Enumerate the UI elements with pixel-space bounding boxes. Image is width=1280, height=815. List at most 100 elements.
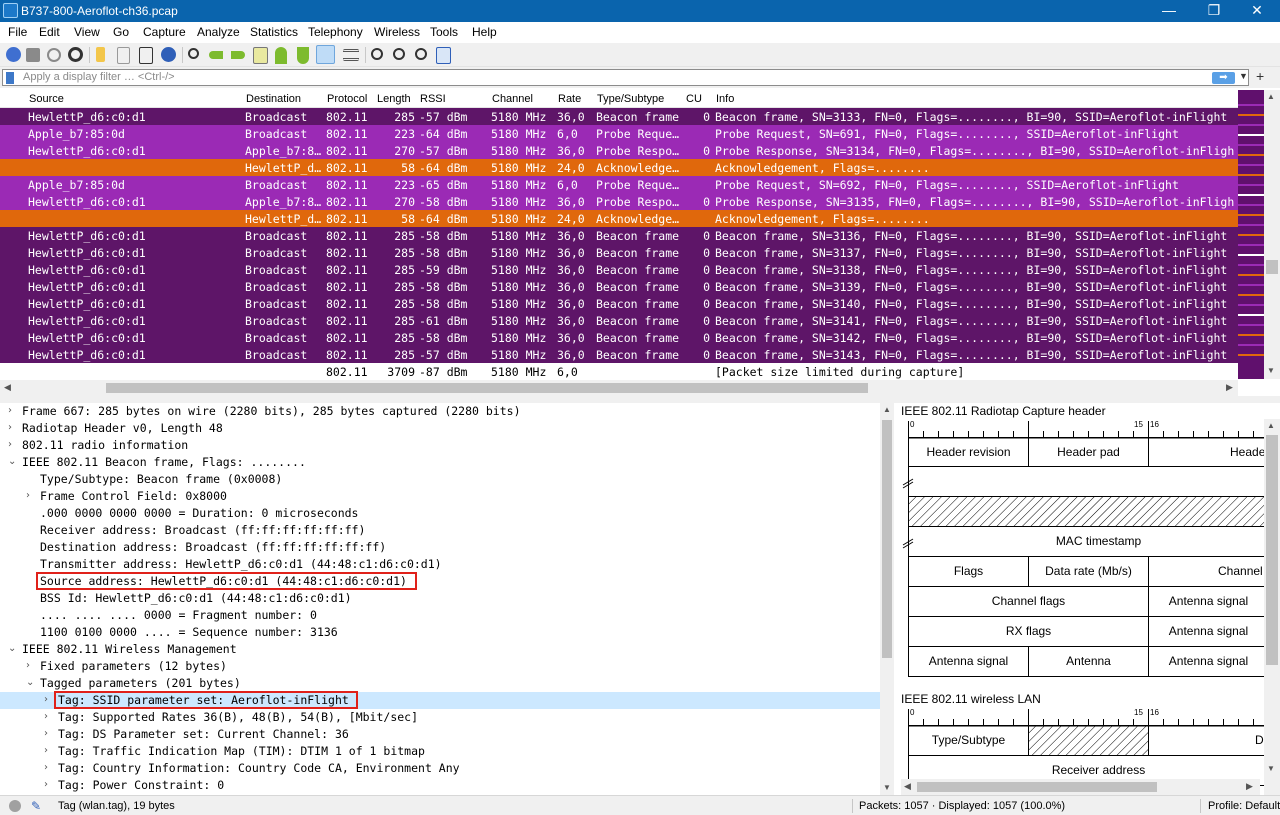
collapsed-arrow-icon[interactable]: › xyxy=(44,762,48,773)
scroll-down-icon[interactable]: ▼ xyxy=(883,783,891,792)
packet-row[interactable]: HewlettP_d6:c0:d1 Broadcast 802.11 285 -59 d… xyxy=(0,261,1238,278)
column-protocol[interactable]: Protocol xyxy=(327,93,367,105)
normal-size-icon[interactable] xyxy=(415,48,427,60)
column-channel[interactable]: Channel xyxy=(492,93,533,105)
field-antenna-signal[interactable]: Antenna signal xyxy=(1148,586,1264,617)
packet-row[interactable]: Apple_b7:85:0d Broadcast 802.11 223 -64 dBm 5… xyxy=(0,125,1238,142)
detail-row[interactable]: ⌄ Tagged parameters (201 bytes) xyxy=(0,675,880,692)
first-packet-icon[interactable] xyxy=(275,47,287,64)
detail-row[interactable]: 1100 0100 0000 .... = Sequence number: 3… xyxy=(0,624,880,641)
reload-file-icon[interactable] xyxy=(161,47,176,62)
packet-row[interactable]: HewlettP_d6:c0:d1 Broadcast 802.11 285 -57 d… xyxy=(0,108,1238,125)
details-vscrollbar[interactable]: ▲ ▼ xyxy=(880,403,894,795)
menu-go[interactable]: Go xyxy=(113,25,129,39)
collapsed-arrow-icon[interactable]: › xyxy=(26,490,30,501)
collapsed-arrow-icon[interactable]: › xyxy=(8,439,12,450)
detail-row[interactable]: › 802.11 radio information xyxy=(0,437,880,454)
packet-row[interactable]: HewlettP_d6:c0:d1 Broadcast 802.11 285 -61 d… xyxy=(0,312,1238,329)
packet-row[interactable]: HewlettP_d… 802.11 58 -64 dBm 5180 MHz 24,0 Ac… xyxy=(0,210,1238,227)
menu-tools[interactable]: Tools xyxy=(430,25,458,39)
scroll-thumb[interactable] xyxy=(917,782,1157,792)
detail-row[interactable]: Destination address: Broadcast (ff:ff:ff… xyxy=(0,539,880,556)
detail-row[interactable]: BSS Id: HewlettP_d6:c0:d1 (44:48:c1:d6:c… xyxy=(0,590,880,607)
save-file-icon[interactable] xyxy=(117,47,130,64)
scroll-right-icon[interactable]: ▶ xyxy=(1226,382,1233,393)
detail-row[interactable]: .000 0000 0000 0000 = Duration: 0 micros… xyxy=(0,505,880,522)
packet-minimap[interactable] xyxy=(1238,90,1264,379)
detail-row[interactable]: ⌄ IEEE 802.11 Wireless Management xyxy=(0,641,880,658)
scroll-left-icon[interactable]: ◀ xyxy=(904,781,911,792)
field-antenna-signal[interactable]: Antenna signal xyxy=(1148,616,1264,647)
field-header-length[interactable]: Heade xyxy=(1148,437,1264,467)
find-packet-icon[interactable] xyxy=(188,48,199,59)
menu-statistics[interactable]: Statistics xyxy=(250,25,298,39)
collapsed-arrow-icon[interactable]: › xyxy=(44,779,48,790)
packet-row[interactable]: HewlettP_d6:c0:d1 Apple_b7:8… 802.11 270 -58… xyxy=(0,193,1238,210)
packet-row[interactable]: Apple_b7:85:0d Broadcast 802.11 223 -65 dBm 5… xyxy=(0,176,1238,193)
scroll-thumb[interactable] xyxy=(106,383,868,393)
detail-row[interactable]: Type/Subtype: Beacon frame (0x0008) xyxy=(0,471,880,488)
capture-options-icon[interactable] xyxy=(68,47,83,62)
column-destination[interactable]: Destination xyxy=(246,93,301,105)
packet-row[interactable]: HewlettP_d… 802.11 58 -64 dBm 5180 MHz 24,0 Ac… xyxy=(0,159,1238,176)
field-type-subtype[interactable]: Type/Subtype xyxy=(908,725,1029,756)
minimize-button[interactable]: — xyxy=(1146,0,1192,22)
packet-row[interactable]: 802.11 3709 -87 dBm 5180 MHz 6,0 [Packet size… xyxy=(0,363,1238,380)
restore-button[interactable]: ❐ xyxy=(1191,0,1237,22)
menu-help[interactable]: Help xyxy=(472,25,497,39)
scroll-left-icon[interactable]: ◀ xyxy=(4,382,11,393)
detail-row[interactable]: › Frame Control Field: 0x8000 xyxy=(0,488,880,505)
diagram-hscrollbar[interactable]: ◀ ▶ xyxy=(901,779,1260,795)
scroll-thumb[interactable] xyxy=(882,420,892,658)
field-header-pad[interactable]: Header pad xyxy=(1028,437,1149,467)
detail-row[interactable]: .... .... .... 0000 = Fragment number: 0 xyxy=(0,607,880,624)
field-antenna-signal[interactable]: Antenna signal xyxy=(1148,646,1264,677)
go-to-packet-icon[interactable] xyxy=(253,47,268,64)
apply-filter-button[interactable]: ➡ xyxy=(1212,72,1235,84)
packet-row[interactable]: HewlettP_d6:c0:d1 Broadcast 802.11 285 -58 d… xyxy=(0,329,1238,346)
stop-capture-icon[interactable] xyxy=(26,48,40,62)
collapsed-arrow-icon[interactable]: › xyxy=(8,405,12,416)
field-mac-timestamp[interactable]: MAC timestamp xyxy=(908,526,1264,557)
packet-row[interactable]: HewlettP_d6:c0:d1 Broadcast 802.11 285 -58 d… xyxy=(0,278,1238,295)
column-length[interactable]: Length xyxy=(377,93,411,105)
collapsed-arrow-icon[interactable]: › xyxy=(8,422,12,433)
menu-analyze[interactable]: Analyze xyxy=(197,25,240,39)
detail-row[interactable]: Receiver address: Broadcast (ff:ff:ff:ff… xyxy=(0,522,880,539)
field-data-rate[interactable]: Data rate (Mb/s) xyxy=(1028,556,1149,587)
open-file-icon[interactable] xyxy=(96,47,105,62)
collapsed-arrow-icon[interactable]: › xyxy=(44,728,48,739)
scroll-up-icon[interactable]: ▲ xyxy=(1267,421,1275,430)
detail-row[interactable]: › Tag: Country Information: Country Code … xyxy=(0,760,880,777)
diagram-vscrollbar[interactable]: ▲ ▼ xyxy=(1264,419,1280,795)
field-duration[interactable]: Dur xyxy=(1148,725,1264,756)
zoom-out-icon[interactable] xyxy=(393,48,405,60)
collapsed-arrow-icon[interactable]: › xyxy=(44,711,48,722)
column-rssi[interactable]: RSSI xyxy=(420,93,446,105)
packet-row[interactable]: HewlettP_d6:c0:d1 Broadcast 802.11 285 -57 d… xyxy=(0,346,1238,363)
close-file-icon[interactable] xyxy=(139,47,153,64)
field-channel[interactable]: Channel xyxy=(1148,556,1264,587)
column-type-subtype[interactable]: Type/Subtype xyxy=(597,93,664,105)
add-filter-button[interactable]: + xyxy=(1256,68,1264,84)
scroll-down-icon[interactable]: ▼ xyxy=(1267,764,1275,773)
field-header-revision[interactable]: Header revision xyxy=(908,437,1029,467)
field-antenna[interactable]: Antenna xyxy=(1028,646,1149,677)
collapsed-arrow-icon[interactable]: › xyxy=(44,694,48,705)
field-rx-flags[interactable]: RX flags xyxy=(908,616,1149,647)
expanded-arrow-icon[interactable]: ⌄ xyxy=(26,677,34,688)
expanded-arrow-icon[interactable]: ⌄ xyxy=(8,456,16,467)
detail-row[interactable]: › Tag: Traffic Indication Map (TIM): DTIM… xyxy=(0,743,880,760)
expert-info-icon[interactable] xyxy=(9,800,21,812)
packet-row[interactable]: HewlettP_d6:c0:d1 Broadcast 802.11 285 -58 d… xyxy=(0,295,1238,312)
detail-row[interactable]: › Fixed parameters (12 bytes) xyxy=(0,658,880,675)
autoscroll-icon[interactable] xyxy=(316,45,335,64)
collapsed-arrow-icon[interactable]: › xyxy=(44,745,48,756)
packet-list-hscrollbar[interactable]: ◀ ▶ xyxy=(0,380,1238,396)
packet-list-vscrollbar[interactable]: ▲ ▼ xyxy=(1264,90,1280,379)
detail-row[interactable]: › Radiotap Header v0, Length 48 xyxy=(0,420,880,437)
menu-capture[interactable]: Capture xyxy=(143,25,186,39)
display-filter-input[interactable]: Apply a display filter … <Ctrl-/> ➡ ▼ xyxy=(2,69,1249,86)
field-present-flags[interactable] xyxy=(908,466,1264,496)
column-cu[interactable]: CU xyxy=(686,93,702,105)
